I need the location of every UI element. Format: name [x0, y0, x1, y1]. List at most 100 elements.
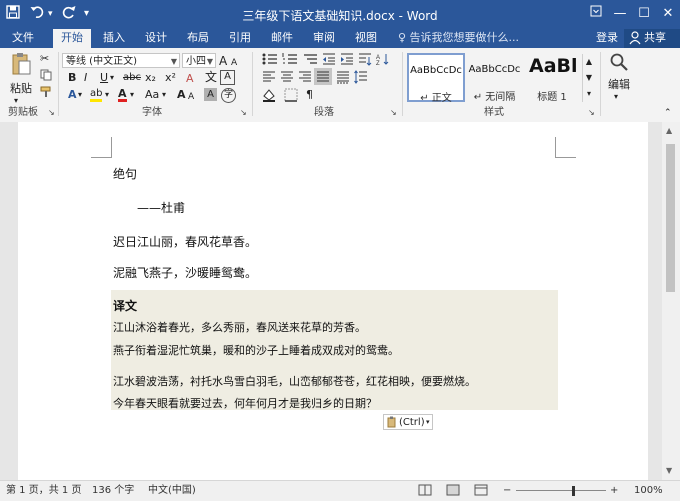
- line-spacing-icon[interactable]: [354, 70, 368, 88]
- shrink-font-button[interactable]: A: [188, 90, 194, 104]
- text-effects-icon[interactable]: A: [68, 88, 77, 102]
- style-normal[interactable]: AaBbCcDc ↵ 正文: [407, 53, 465, 104]
- translation-line-2[interactable]: 燕子衔着湿泥忙筑巢，暖和的沙子上睡着成双成对的鸳鸯。: [113, 343, 399, 359]
- tab-review[interactable]: 审阅: [307, 29, 341, 48]
- tab-view[interactable]: 视图: [349, 29, 383, 48]
- shading-icon[interactable]: [262, 88, 276, 106]
- share-button[interactable]: 共享: [624, 29, 680, 48]
- style-no-spacing[interactable]: AaBbCcDc ↵ 无间隔: [466, 53, 523, 103]
- read-mode-icon[interactable]: [418, 484, 432, 501]
- phonetic-guide-icon[interactable]: 文: [205, 70, 217, 84]
- numbering-icon[interactable]: [282, 52, 298, 70]
- distributed-icon[interactable]: [336, 70, 350, 88]
- show-hide-marks-icon[interactable]: ¶: [306, 88, 313, 102]
- align-left-icon[interactable]: [262, 70, 276, 88]
- strikethrough-button[interactable]: abc: [123, 71, 141, 85]
- font-launcher-icon[interactable]: ↘: [240, 107, 247, 119]
- font-color-dropdown-icon[interactable]: ▾: [130, 88, 134, 102]
- tab-file[interactable]: 文件: [6, 29, 40, 48]
- poem-author[interactable]: ——杜甫: [137, 200, 185, 216]
- word-count[interactable]: 136 个字: [92, 484, 134, 498]
- zoom-out-icon[interactable]: −: [503, 484, 511, 498]
- clear-formatting-icon[interactable]: A: [186, 72, 194, 86]
- ribbon: 粘贴 ▾ ✂ 剪贴板 ↘ 等线 (中文正文) ▼ 小四 ▼ A A A 文 A B …: [0, 48, 680, 123]
- scroll-down-icon[interactable]: ▼: [666, 466, 672, 475]
- font-size-dropdown[interactable]: 小四 ▼: [182, 53, 216, 68]
- grow-font-button[interactable]: A: [177, 88, 186, 102]
- paste-button[interactable]: [8, 52, 34, 86]
- translation-line-4[interactable]: 今年春天眼看就要过去，何年何月才是我归乡的日期？: [113, 396, 377, 412]
- paste-options-button[interactable]: (Ctrl) ▾: [383, 414, 433, 430]
- tab-references[interactable]: 引用: [223, 29, 257, 48]
- bold-button[interactable]: B: [68, 71, 76, 85]
- tab-design[interactable]: 设计: [139, 29, 173, 48]
- styles-scroll-control[interactable]: ▲ ▼ ▾: [582, 54, 595, 102]
- print-layout-icon[interactable]: [446, 484, 460, 501]
- translation-line-3[interactable]: 江水碧波浩荡，衬托水鸟雪白羽毛，山峦郁郁苍苍，红花相映，便要燃烧。: [113, 374, 476, 390]
- style-heading-1[interactable]: AaBl 标题 1: [524, 53, 580, 102]
- close-icon[interactable]: ✕: [656, 3, 680, 25]
- enclose-characters-icon[interactable]: 字: [221, 88, 236, 103]
- styles-launcher-icon[interactable]: ↘: [588, 107, 595, 119]
- tab-mailings[interactable]: 邮件: [265, 29, 299, 48]
- tab-home[interactable]: 开始: [53, 29, 91, 48]
- language-indicator[interactable]: 中文(中国): [148, 484, 196, 498]
- font-name-dropdown[interactable]: 等线 (中文正文) ▼: [62, 53, 180, 68]
- tell-me-search[interactable]: ♀ 告诉我您想要做什么...: [398, 29, 519, 48]
- zoom-level[interactable]: 100%: [634, 484, 663, 498]
- italic-button[interactable]: I: [84, 71, 87, 85]
- font-color-icon[interactable]: A: [118, 88, 127, 102]
- poem-line-2[interactable]: 泥融飞燕子，沙暖睡鸳鸯。: [113, 265, 257, 281]
- superscript-button[interactable]: x²: [165, 71, 176, 85]
- character-border-icon[interactable]: A: [220, 70, 235, 85]
- scrollbar-thumb[interactable]: [666, 144, 675, 292]
- tab-layout[interactable]: 布局: [181, 29, 215, 48]
- document-page[interactable]: 绝句 ——杜甫 迟日江山丽，春风花草香。 泥融飞燕子，沙暖睡鸳鸯。 译文 江山沐…: [18, 122, 648, 480]
- align-center-icon[interactable]: [280, 70, 294, 88]
- paste-dropdown-icon[interactable]: ▾: [14, 94, 18, 108]
- minimize-icon[interactable]: —: [608, 3, 632, 25]
- format-painter-icon[interactable]: [40, 86, 52, 102]
- scroll-up-icon[interactable]: ▲: [666, 126, 672, 135]
- cut-icon[interactable]: ✂: [40, 52, 49, 66]
- sign-in-link[interactable]: 登录: [596, 29, 618, 47]
- collapse-ribbon-icon[interactable]: ⌃: [664, 106, 672, 120]
- poem-line-1[interactable]: 迟日江山丽，春风花草香。: [113, 234, 257, 250]
- poem-title[interactable]: 绝句: [113, 166, 137, 182]
- copy-icon[interactable]: [40, 69, 52, 85]
- highlight-dropdown-icon[interactable]: ▾: [105, 88, 109, 102]
- increase-indent-icon[interactable]: [340, 52, 354, 70]
- subscript-button[interactable]: x₂: [145, 71, 156, 85]
- align-right-icon[interactable]: [298, 70, 312, 88]
- paragraph-launcher-icon[interactable]: ↘: [390, 107, 397, 119]
- ribbon-display-icon[interactable]: [584, 3, 608, 25]
- zoom-in-icon[interactable]: +: [610, 484, 618, 498]
- grow-font-icon[interactable]: A: [219, 54, 227, 68]
- highlight-icon[interactable]: ab: [90, 88, 103, 102]
- tab-insert[interactable]: 插入: [97, 29, 131, 48]
- bullets-icon[interactable]: [262, 52, 278, 70]
- shrink-font-icon[interactable]: A: [231, 56, 237, 70]
- chinese-layout-icon[interactable]: [358, 52, 372, 70]
- web-layout-icon[interactable]: [474, 484, 488, 501]
- change-case-dropdown-icon[interactable]: ▾: [162, 88, 166, 102]
- underline-button[interactable]: U: [100, 71, 108, 85]
- justify-icon[interactable]: [314, 68, 332, 85]
- clipboard-launcher-icon[interactable]: ↘: [48, 107, 55, 119]
- vertical-scrollbar[interactable]: ▲ ▼: [662, 122, 680, 480]
- translation-line-1[interactable]: 江山沐浴着春光，多么秀丽，春风送来花草的芳香。: [113, 320, 366, 336]
- editing-button[interactable]: [606, 52, 632, 76]
- document-area: 绝句 ——杜甫 迟日江山丽，春风花草香。 泥融飞燕子，沙暖睡鸳鸯。 译文 江山沐…: [0, 122, 680, 480]
- editing-dropdown-icon[interactable]: ▾: [614, 90, 618, 104]
- translation-heading[interactable]: 译文: [113, 298, 137, 314]
- character-shading-icon[interactable]: A: [204, 88, 217, 101]
- sort-icon[interactable]: AZ: [376, 52, 390, 70]
- zoom-slider-track[interactable]: [516, 490, 606, 491]
- zoom-slider-thumb[interactable]: [572, 486, 575, 496]
- page-count[interactable]: 第 1 页，共 1 页: [6, 484, 81, 498]
- underline-dropdown-icon[interactable]: ▾: [110, 71, 114, 85]
- maximize-icon[interactable]: ☐: [632, 3, 656, 25]
- text-effects-dropdown-icon[interactable]: ▾: [78, 88, 82, 102]
- change-case-icon[interactable]: Aa: [145, 88, 159, 102]
- borders-icon[interactable]: [284, 88, 298, 106]
